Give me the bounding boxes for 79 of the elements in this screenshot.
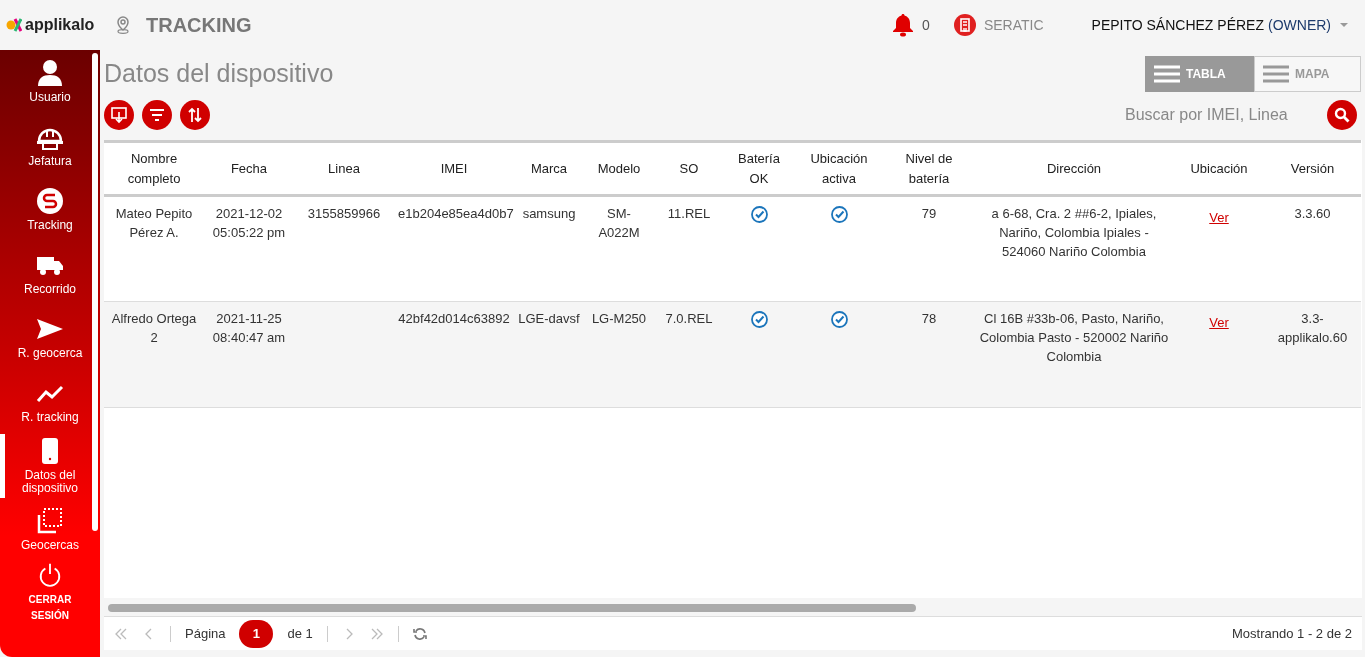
table-cell: a 6-68, Cra. 2 ##6-2, Ipiales, Nariño, Colombia Ipiales - 524060 Nariño Colombia xyxy=(991,206,1157,259)
search-icon xyxy=(1334,107,1350,123)
sidebar-item[interactable]: Jefatura xyxy=(0,114,100,178)
column-header: Marca xyxy=(514,141,584,196)
refresh-icon xyxy=(412,626,427,641)
table-cell: e1b204e85ea4d0b7 xyxy=(398,206,514,221)
table-cell: samsung xyxy=(522,206,576,221)
location-pin-icon xyxy=(116,16,130,34)
page-title: Datos del dispositivo xyxy=(104,58,334,90)
column-header: Nivel de batería xyxy=(884,141,974,196)
company-name: SERATIC xyxy=(983,15,1044,35)
s-logo-icon xyxy=(36,187,64,216)
column-header: IMEI xyxy=(394,141,514,196)
table-cell: LGE-davsf xyxy=(518,311,580,326)
column-header: Linea xyxy=(294,141,394,196)
logout-button[interactable]: CERRAR SESIÓN xyxy=(0,562,100,624)
sort-icon xyxy=(186,106,204,124)
table-cell: 11.REL xyxy=(667,206,711,221)
table-cell: LG-M250 xyxy=(591,311,647,326)
table-cell: 2021-11-25 08:40:47 am xyxy=(212,311,286,345)
first-page-icon xyxy=(114,626,128,641)
table-cell: 42bf42d014c63892 xyxy=(398,311,510,326)
table-cell: 79 xyxy=(921,206,937,221)
table-cell: 2021-12-02 05:05:22 pm xyxy=(212,206,286,240)
sidebar-item[interactable]: Geocercas xyxy=(0,498,100,562)
filter-button[interactable] xyxy=(142,100,172,130)
location-link[interactable]: Ver xyxy=(1209,209,1229,228)
column-header: Batería OK xyxy=(724,141,794,196)
page-label: Página xyxy=(185,624,226,643)
scrollbar[interactable] xyxy=(92,53,98,531)
column-header: Versión xyxy=(1264,141,1361,196)
first-page-button[interactable] xyxy=(114,626,128,641)
search-field[interactable]: Buscar por IMEI, Linea xyxy=(1123,102,1303,128)
column-header: Dirección xyxy=(974,141,1174,196)
search-button[interactable] xyxy=(1327,100,1357,130)
column-header: Fecha xyxy=(204,141,294,196)
column-header: SO xyxy=(654,141,724,196)
download-icon xyxy=(110,106,128,124)
table-cell: 78 xyxy=(921,311,937,326)
refresh-button[interactable] xyxy=(412,626,427,641)
column-header: Ubicación xyxy=(1174,141,1264,196)
filter-icon xyxy=(148,106,166,124)
list-icon xyxy=(1263,65,1289,83)
sort-button[interactable] xyxy=(180,100,210,130)
building-icon xyxy=(953,14,976,36)
page-count: de 1 xyxy=(287,624,313,643)
dotted-square-icon xyxy=(36,507,64,536)
sidebar-item[interactable]: R. tracking xyxy=(0,370,100,434)
column-header: Ubicación activa xyxy=(794,141,884,196)
table-cell: 3.3.60 xyxy=(1294,206,1331,221)
sidebar-item[interactable]: Usuario xyxy=(0,50,100,114)
logo-text: applikalo xyxy=(25,15,95,35)
sidebar-item[interactable]: Recorrido xyxy=(0,242,100,306)
export-button[interactable] xyxy=(104,100,134,130)
column-header: Nombre completo xyxy=(104,141,204,196)
table-cell: Alfredo Ortega 2 xyxy=(111,311,197,345)
column-header: Modelo xyxy=(584,141,654,196)
sidebar-item[interactable]: Tracking xyxy=(0,178,100,242)
bell-icon xyxy=(892,13,915,37)
caret-icon xyxy=(1339,22,1349,28)
location-link[interactable]: Ver xyxy=(1209,314,1229,333)
logo-icon xyxy=(6,18,22,32)
user-menu[interactable]: PEPITO SÁNCHEZ PÉREZ (OWNER) xyxy=(1091,14,1349,36)
module-title: TRACKING xyxy=(146,13,252,38)
results-summary: Mostrando 1 - 2 de 2 xyxy=(1232,624,1352,643)
horizontal-scrollbar[interactable] xyxy=(108,604,916,612)
table-cell: 3.3-applikalo.60 xyxy=(1277,311,1348,345)
sidebar-item[interactable]: R. geocerca xyxy=(0,306,100,370)
table-cell: 3155859966 xyxy=(307,206,381,221)
last-page-button[interactable] xyxy=(369,626,384,641)
last-page-icon xyxy=(369,626,384,641)
list-icon xyxy=(1154,65,1180,83)
user-icon xyxy=(36,59,64,88)
table-cell: Cl 16B #33b-06, Pasto, Nariño, Colombia Pasto - 520002 Nariño Colombia xyxy=(979,311,1169,364)
notifications-button[interactable]: 0 xyxy=(892,13,930,37)
table-cell: 7.0.REL xyxy=(665,311,713,326)
page-number-button[interactable]: 1 xyxy=(239,619,274,648)
table-cell: SM-A022M xyxy=(598,206,640,240)
table-cell: Mateo Pepito Pérez A. xyxy=(115,206,193,240)
